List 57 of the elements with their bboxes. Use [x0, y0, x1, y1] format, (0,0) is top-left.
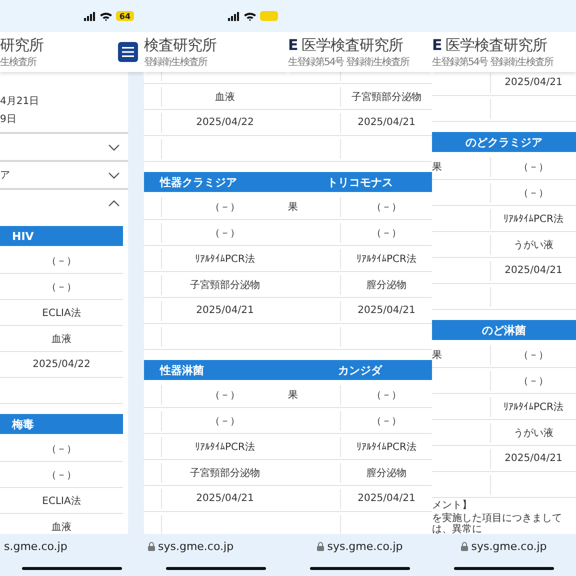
menu-icon	[122, 47, 134, 57]
table-cell-text: 血液	[50, 520, 72, 534]
section-header: のどクラミジア	[432, 132, 576, 152]
table-cell-text: （－）	[46, 254, 78, 268]
comment-text: メント】	[432, 500, 473, 512]
section-header: カンジダ	[288, 360, 432, 380]
accordion-label: ア	[0, 169, 10, 182]
logo-text: 検査研究所	[144, 36, 216, 54]
table-cell-text: 2025/04/22	[32, 358, 92, 372]
battery-icon: 64	[116, 11, 134, 21]
table-cell: うがい液	[490, 422, 576, 442]
lock-icon	[317, 542, 324, 551]
section-header: HIV	[0, 226, 123, 246]
table-cell: （－）	[490, 182, 576, 202]
table-cell: （－）	[490, 344, 576, 364]
logo-text: 医学検査研究所	[445, 36, 547, 54]
logo-subtitle: 生登録第54号 登録衛生検査所	[288, 56, 409, 68]
row-label: 果	[288, 388, 299, 402]
table-cell: 2025/04/21	[490, 260, 576, 280]
section-header: 梅毒	[0, 414, 123, 434]
table-cell-text: ECLIA法	[41, 306, 82, 320]
section-header: のど淋菌	[432, 320, 576, 340]
address-bar[interactable]: sys.gme.co.jp	[432, 534, 576, 576]
table-cell-text: （－）	[46, 280, 78, 294]
table-cell: 2025/04/21	[490, 72, 576, 92]
logo-text: 医学検査研究所	[301, 36, 403, 54]
address-bar[interactable]: sys.gme.co.jp	[144, 534, 288, 576]
section-header: トリコモナス	[288, 172, 432, 192]
menu-button[interactable]	[118, 42, 138, 62]
lock-icon	[148, 542, 155, 551]
lock-icon	[461, 542, 468, 551]
logo-subtitle: 生検査所	[0, 56, 38, 68]
address-bar[interactable]: s.gme.co.jp	[0, 534, 144, 576]
logo-text: 研究所	[0, 36, 44, 54]
date-text: 9日	[0, 113, 18, 126]
section-header: 性器クラミジア	[144, 172, 288, 192]
table-cell: ﾘｱﾙﾀｲﾑPCR法	[490, 208, 576, 228]
table-cell: （－）	[490, 370, 576, 390]
date-text: 4月21日	[0, 95, 40, 108]
table-cell-text: ECLIA法	[41, 494, 82, 508]
table-cell: うがい液	[490, 234, 576, 254]
logo-mark: E	[432, 36, 442, 54]
row-label: 果	[288, 200, 299, 214]
row-label: 果	[432, 160, 443, 174]
logo-mark: E	[288, 36, 298, 54]
address-bar[interactable]: sys.gme.co.jp	[288, 534, 432, 576]
row-label: 果	[432, 348, 443, 362]
table-cell-text: 血液	[50, 332, 72, 346]
table-cell: ﾘｱﾙﾀｲﾑPCR法	[490, 396, 576, 416]
section-header: 性器淋菌	[144, 360, 288, 380]
table-cell: （－）	[490, 156, 576, 176]
table-cell-text: （－）	[46, 442, 78, 456]
comment-text: を実施した項目につきましては、異常に	[432, 512, 563, 534]
logo-subtitle: 登録衛生検査所	[144, 56, 208, 68]
table-cell: 2025/04/21	[490, 448, 576, 468]
logo-subtitle: 生登録第54号 登録衛生検査所	[432, 56, 553, 68]
table-cell-text: （－）	[46, 468, 78, 482]
